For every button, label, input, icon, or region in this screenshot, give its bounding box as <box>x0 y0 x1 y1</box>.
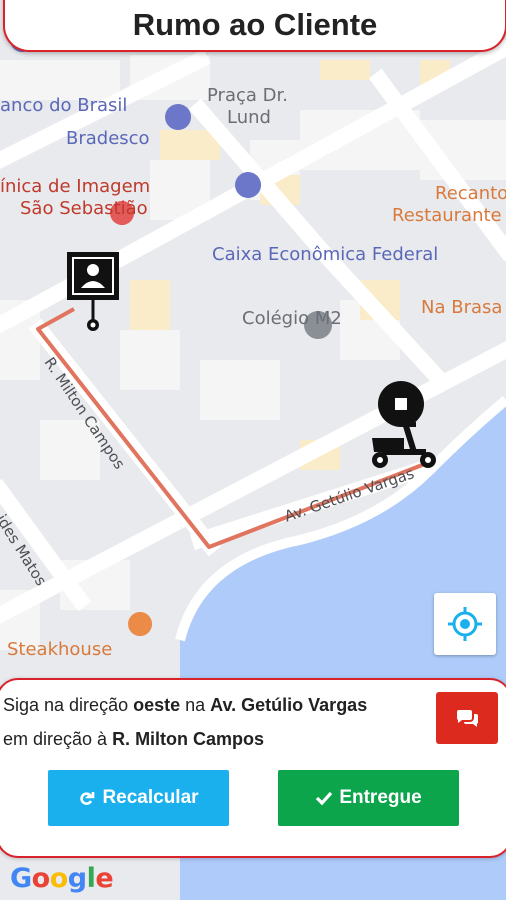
instruction-target: R. Milton Campos <box>112 729 265 749</box>
poi-banco-do-brasil: anco do Brasil <box>0 95 128 116</box>
chat-button[interactable] <box>436 692 498 744</box>
header-bar: Rumo ao Cliente <box>3 0 506 52</box>
my-location-button[interactable] <box>434 593 496 655</box>
poi-na-brasa: Na Brasa <box>421 297 503 318</box>
navigation-instruction: Siga na direção oeste na Av. Getúlio Var… <box>3 688 423 756</box>
instruction-line-1: Siga na direção oeste na Av. Getúlio Var… <box>3 695 368 715</box>
poi-steakhouse: Steakhouse <box>7 639 113 660</box>
delivered-label: Entregue <box>339 787 422 808</box>
chat-icon <box>456 710 479 727</box>
instruction-line-2: em direção à R. Milton Campos <box>3 729 265 749</box>
delivered-button[interactable]: Entregue <box>278 770 459 826</box>
poi-colegio: Colégio M2 <box>242 308 342 329</box>
poi-recanto-2: Restaurante <box>392 205 502 226</box>
poi-recanto-1: Recanto <box>435 183 506 204</box>
poi-clinica-1: ínica de Imagem <box>0 176 151 197</box>
instruction-direction: oeste <box>133 695 181 715</box>
poi-praca-dr-lund-2: Lund <box>227 107 271 128</box>
refresh-icon <box>80 792 95 805</box>
courier-scooter-icon <box>362 378 444 472</box>
page-title: Rumo ao Cliente <box>132 7 378 42</box>
poi-praca-dr-lund-1: Praça Dr. <box>207 85 288 106</box>
customer-marker[interactable] <box>67 252 119 334</box>
crosshair-icon <box>448 607 482 641</box>
poi-bradesco: Bradesco <box>66 128 150 149</box>
check-icon <box>316 791 333 806</box>
instruction-street: Av. Getúlio Vargas <box>210 695 368 715</box>
google-logo: Google <box>10 863 114 894</box>
recalculate-button[interactable]: Recalcular <box>48 770 229 826</box>
poi-clinica-2: São Sebastião <box>20 198 148 219</box>
recalculate-label: Recalcular <box>102 787 199 808</box>
poi-caixa: Caixa Econômica Federal <box>212 244 439 265</box>
